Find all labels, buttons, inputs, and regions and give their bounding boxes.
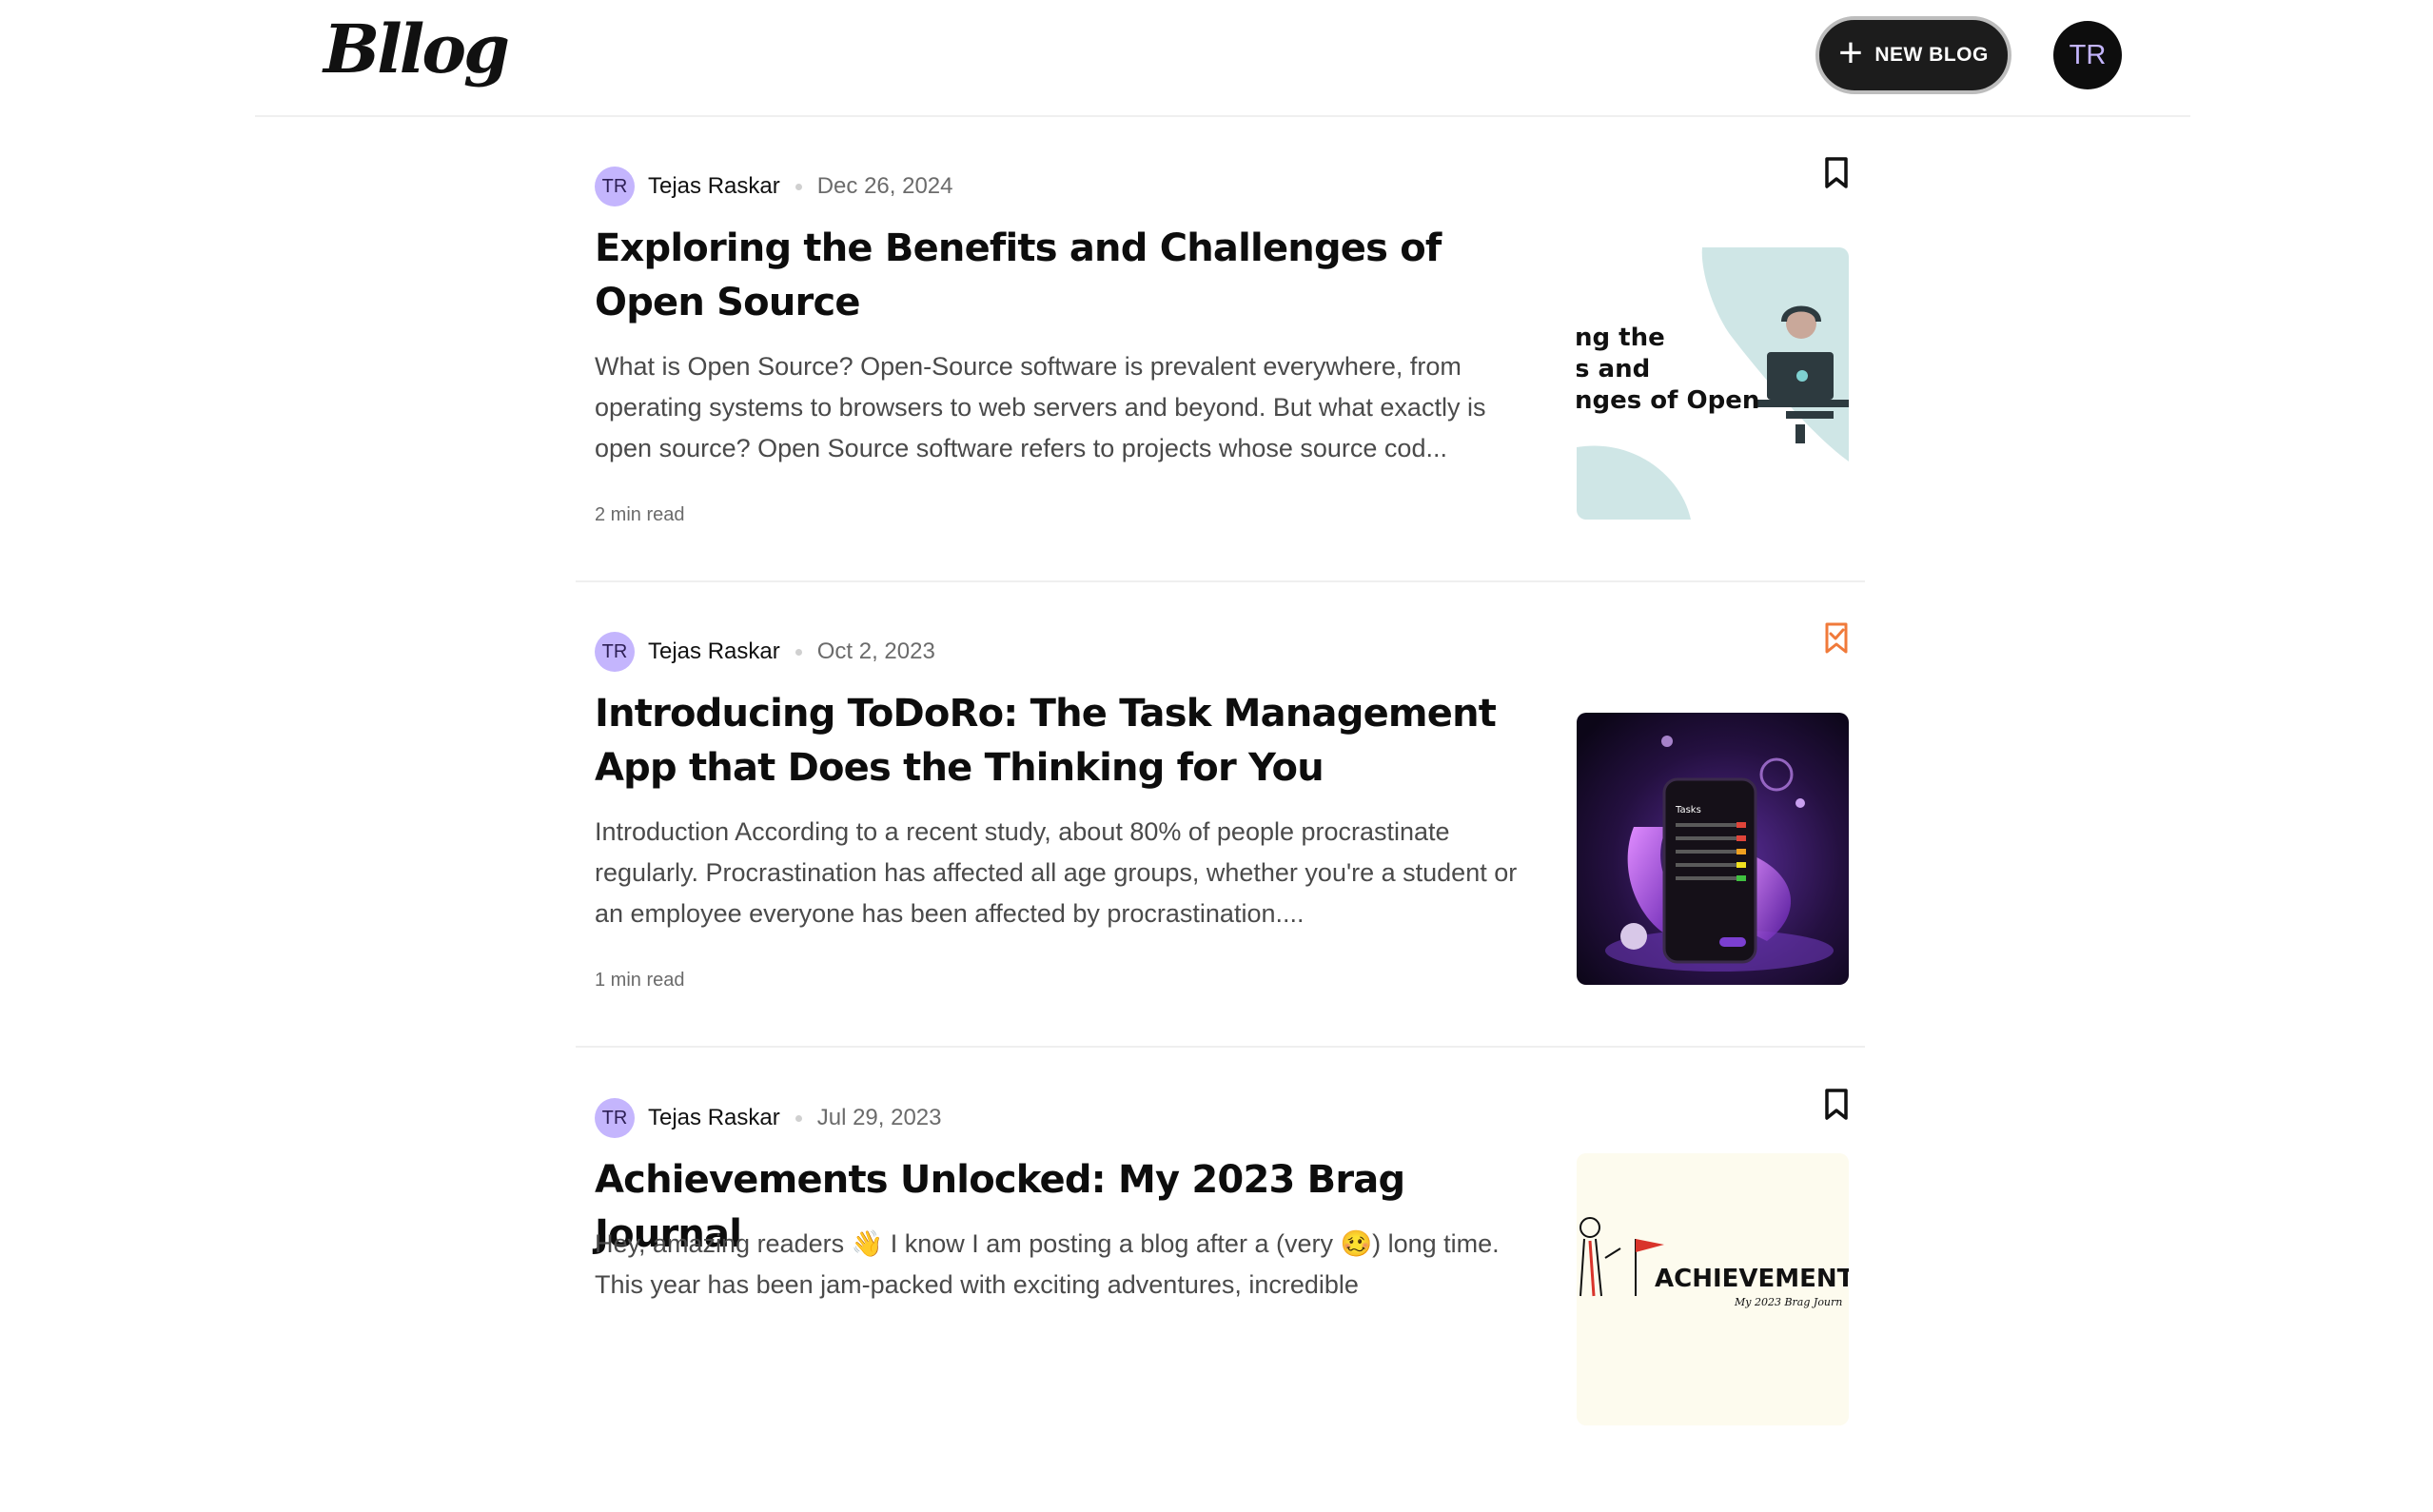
post-excerpt[interactable]: What is Open Source? Open-Source softwar… (595, 346, 1546, 469)
post-title[interactable]: Introducing ToDoRo: The Task Management … (595, 687, 1556, 795)
author-avatar[interactable]: TR (595, 167, 635, 206)
site-logo[interactable]: Bllog (324, 10, 510, 88)
post-meta: TR Tejas Raskar Jul 29, 2023 (595, 1097, 942, 1139)
post-thumbnail[interactable]: ACHIEVEMENTS UN My 2023 Brag Journ (1577, 1153, 1849, 1425)
thumb-text-line: ACHIEVEMENTS UN (1655, 1265, 1849, 1293)
top-navbar: Bllog + NEW BLOG TR (255, 0, 2190, 117)
read-time: 1 min read (595, 970, 685, 991)
author-name[interactable]: Tejas Raskar (648, 1105, 780, 1131)
open-source-illustration: ng the s and nges of Open (1577, 247, 1849, 520)
post-meta: TR Tejas Raskar Dec 26, 2024 (595, 166, 953, 207)
brag-journal-illustration: ACHIEVEMENTS UN My 2023 Brag Journ (1577, 1153, 1849, 1425)
post-date: Jul 29, 2023 (816, 1105, 942, 1130)
post-thumbnail[interactable]: Tasks (1577, 713, 1849, 985)
thumb-text-line: ng the (1577, 324, 1665, 352)
post-date: Oct 2, 2023 (816, 638, 935, 664)
read-time: 2 min read (595, 504, 685, 525)
app-screen-title: Tasks (1675, 805, 1701, 815)
bookmark-outline-icon[interactable] (1820, 154, 1853, 192)
blog-post-card[interactable]: TR Tejas Raskar Jul 29, 2023 Achievement… (576, 1050, 1865, 1512)
blog-post-card[interactable]: TR Tejas Raskar Oct 2, 2023 Introducing … (576, 583, 1865, 1048)
post-meta: TR Tejas Raskar Oct 2, 2023 (595, 631, 935, 673)
new-blog-button[interactable]: + NEW BLOG (1815, 16, 2011, 94)
bookmark-check-icon[interactable] (1820, 619, 1853, 658)
separator-dot (795, 1114, 802, 1122)
thumb-subtitle: My 2023 Brag Journ (1734, 1296, 1842, 1308)
bookmark-outline-icon[interactable] (1820, 1086, 1853, 1124)
todoro-app-illustration: Tasks (1577, 713, 1849, 985)
blog-post-card[interactable]: TR Tejas Raskar Dec 26, 2024 Exploring t… (576, 118, 1865, 582)
post-title[interactable]: Exploring the Benefits and Challenges of… (595, 222, 1556, 330)
author-avatar[interactable]: TR (595, 632, 635, 672)
post-excerpt[interactable]: Introduction According to a recent study… (595, 812, 1546, 934)
post-date: Dec 26, 2024 (816, 173, 953, 199)
author-avatar[interactable]: TR (595, 1098, 635, 1138)
new-blog-label: NEW BLOG (1874, 44, 1989, 66)
separator-dot (795, 648, 802, 656)
post-excerpt[interactable]: Hey, amazing readers 👋 I know I am posti… (595, 1224, 1546, 1306)
user-avatar[interactable]: TR (2053, 21, 2122, 89)
author-name[interactable]: Tejas Raskar (648, 638, 780, 665)
plus-icon: + (1838, 29, 1864, 76)
separator-dot (795, 183, 802, 190)
post-thumbnail[interactable]: ng the s and nges of Open (1577, 247, 1849, 520)
thumb-text-line: s and (1577, 355, 1650, 383)
thumb-text-line: nges of Open (1577, 386, 1759, 415)
author-name[interactable]: Tejas Raskar (648, 173, 780, 200)
